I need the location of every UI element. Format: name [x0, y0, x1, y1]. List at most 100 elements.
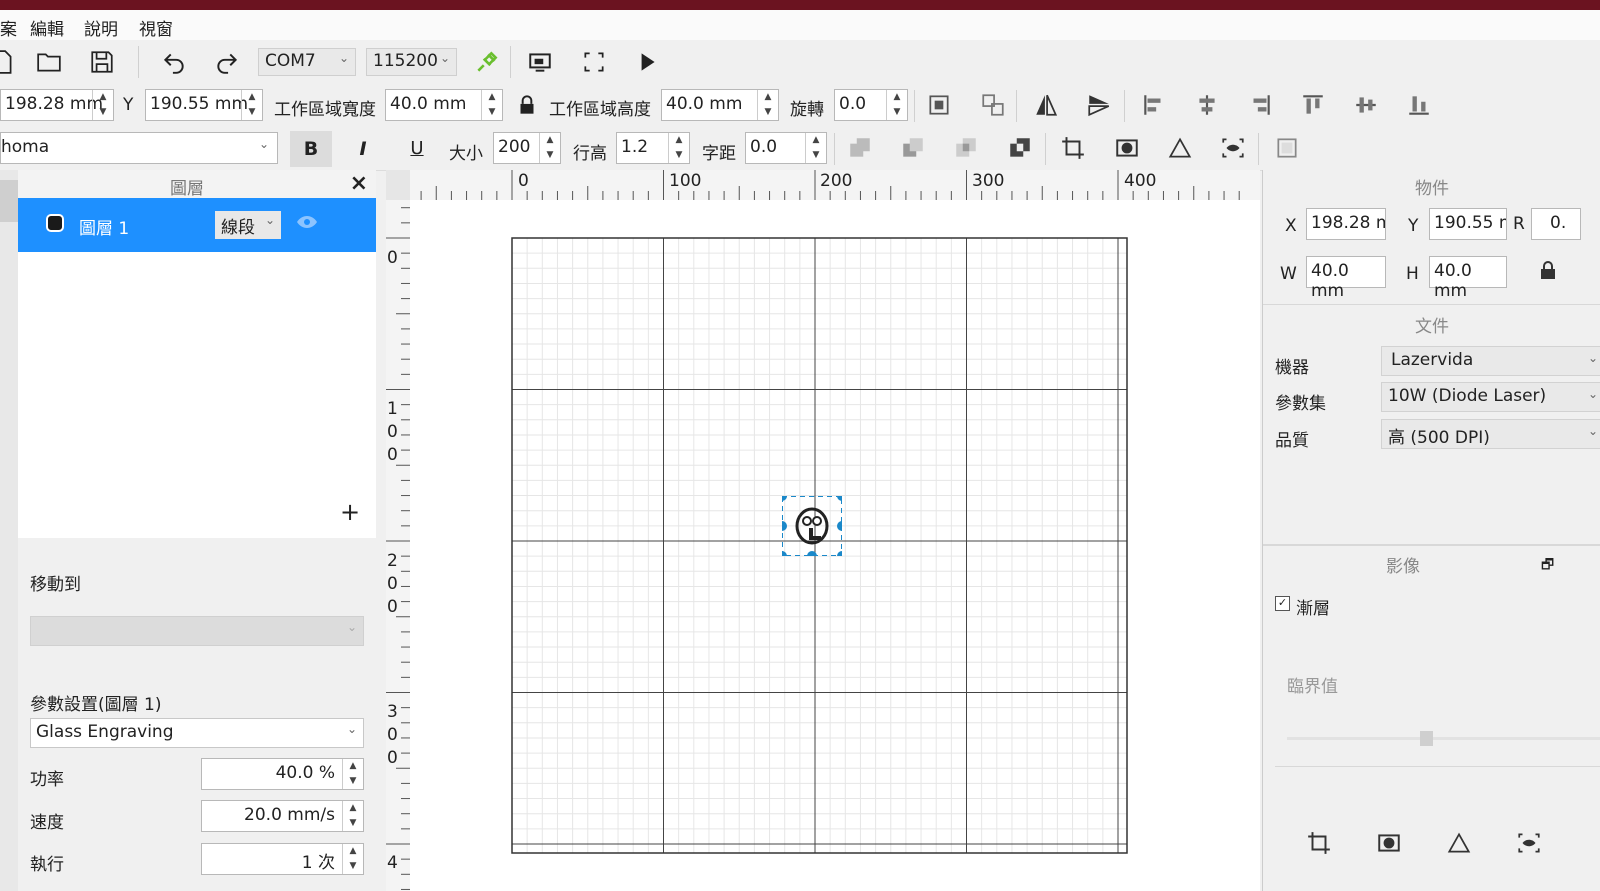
obj-y-input[interactable]: 190.55 m [1429, 208, 1507, 240]
invert-icon[interactable] [1110, 131, 1144, 165]
ruler-h-0: 0 [518, 171, 529, 191]
menu-file[interactable]: 案 [0, 15, 17, 40]
document-section-title: 文件 [1415, 317, 1449, 337]
frame-icon[interactable] [577, 45, 611, 79]
align-top-icon[interactable] [1296, 88, 1330, 122]
trace-triangle-icon[interactable] [1163, 131, 1197, 165]
ruler-h-400: 400 [1124, 171, 1157, 191]
align-middle-v-icon[interactable] [1349, 88, 1383, 122]
font-size-input[interactable]: 200 ▲ ▼ [493, 132, 561, 164]
gradient-checkbox[interactable]: ✓ [1275, 596, 1290, 611]
frame-square-icon[interactable] [1270, 131, 1304, 165]
align-center-h-icon[interactable] [1190, 88, 1224, 122]
threshold-label: 臨界值 [1287, 677, 1338, 697]
ruler-h-300: 300 [972, 171, 1005, 191]
selected-object[interactable] [777, 487, 847, 561]
boolean-union-icon[interactable] [843, 131, 877, 165]
layer-color-swatch[interactable] [46, 214, 64, 232]
properties-panel: 物件 X 198.28 m Y 190.55 m R 0. W 40.0 mm … [1262, 170, 1600, 891]
rotate-label: 旋轉 [790, 100, 824, 120]
crop-icon[interactable] [1056, 131, 1090, 165]
ungroup-icon[interactable] [976, 88, 1010, 122]
bold-button[interactable]: B [290, 131, 332, 167]
passes-input[interactable]: 1 次 ▲ ▼ [201, 843, 364, 875]
redo-icon[interactable] [210, 45, 244, 79]
height-input[interactable]: 40.0 mm ▲ ▼ [661, 89, 779, 121]
speed-label: 速度 [30, 813, 64, 833]
move-to-label: 移動到 [30, 575, 81, 595]
select-tool[interactable] [0, 180, 18, 222]
camera-preview-icon[interactable] [523, 45, 557, 79]
move-to-select[interactable]: ⌄ [30, 616, 364, 646]
eye-icon[interactable] [296, 214, 318, 235]
quality-select[interactable]: 高 (500 DPI) ⌄ [1381, 419, 1600, 449]
lock-ratio-icon[interactable] [510, 88, 544, 122]
preset-select[interactable]: Glass Engraving ⌄ [30, 718, 364, 748]
add-layer-button[interactable]: + [340, 498, 360, 526]
y-position-input[interactable]: 190.55 mm ▲ ▼ [145, 89, 263, 121]
baud-select[interactable]: 115200 ⌄ [366, 48, 457, 76]
preset-label: 參數集 [1275, 394, 1326, 414]
underline-button[interactable]: U [399, 131, 435, 167]
obj-h-input[interactable]: 40.0 mm [1429, 256, 1507, 301]
layer-mode-select[interactable]: 線段 ⌄ [215, 211, 281, 239]
font-size-label: 大小 [449, 144, 483, 164]
title-bar [0, 0, 1600, 10]
align-right-icon[interactable] [1243, 88, 1277, 122]
save-icon[interactable] [85, 45, 119, 79]
threshold-slider-track[interactable] [1287, 737, 1600, 740]
machine-select[interactable]: Lazervida ⌄ [1381, 346, 1600, 376]
connect-plug-icon[interactable] [470, 45, 504, 79]
triangle-image-icon[interactable] [1442, 826, 1476, 860]
crop-image-icon[interactable] [1302, 826, 1336, 860]
invert-image-icon[interactable] [1372, 826, 1406, 860]
boolean-intersect-icon[interactable] [949, 131, 983, 165]
x-position-input[interactable]: 198.28 mm ▲ ▼ [0, 89, 114, 121]
line-height-input[interactable]: 1.2 ▲ ▼ [616, 132, 690, 164]
mirror-vertical-icon[interactable] [1082, 88, 1116, 122]
obj-h-label: H [1406, 264, 1419, 284]
open-folder-icon[interactable] [32, 45, 66, 79]
main-toolbar: COM7 ⌄ 115200 ⌄ [0, 40, 1600, 85]
work-canvas[interactable] [410, 200, 1260, 891]
obj-x-input[interactable]: 198.28 m [1306, 208, 1386, 240]
obj-r-input[interactable]: 0. [1531, 208, 1581, 240]
trace-image-panel-icon[interactable] [1512, 826, 1546, 860]
mirror-horizontal-icon[interactable] [1029, 88, 1063, 122]
letter-spacing-input[interactable]: 0.0 ▲ ▼ [745, 132, 827, 164]
menu-window[interactable]: 視窗 [139, 15, 173, 40]
italic-button[interactable]: I [345, 131, 381, 167]
obj-w-input[interactable]: 40.0 mm [1306, 256, 1386, 301]
tool-strip [0, 170, 18, 891]
new-file-icon[interactable] [0, 45, 20, 79]
layer-row[interactable]: 圖層 1 線段 ⌄ [18, 198, 376, 252]
vertical-ruler: 0 100 200 300 4 [386, 200, 411, 891]
group-icon[interactable] [922, 88, 956, 122]
preset-select-doc[interactable]: 10W (Diode Laser) ⌄ [1381, 382, 1600, 412]
layer-name[interactable]: 圖層 1 [79, 214, 129, 239]
obj-r-label: R [1513, 214, 1525, 234]
object-section-title: 物件 [1415, 179, 1449, 199]
width-input[interactable]: 40.0 mm ▲ ▼ [385, 89, 503, 121]
rotate-input[interactable]: 0.0 ▲ ▼ [834, 89, 908, 121]
power-input[interactable]: 40.0 % ▲ ▼ [201, 758, 364, 790]
port-select[interactable]: COM7 ⌄ [258, 48, 356, 76]
close-icon[interactable]: × [350, 171, 368, 196]
undock-icon[interactable]: 🗗 [1541, 554, 1554, 578]
threshold-slider-handle[interactable] [1420, 731, 1433, 746]
boolean-difference-icon[interactable] [1003, 131, 1037, 165]
menu-help[interactable]: 說明 [84, 15, 118, 40]
trace-image-icon[interactable] [1216, 131, 1250, 165]
speed-input[interactable]: 20.0 mm/s ▲ ▼ [201, 800, 364, 832]
undo-icon[interactable] [157, 45, 191, 79]
align-bottom-icon[interactable] [1402, 88, 1436, 122]
font-select[interactable]: homa ⌄ [0, 132, 278, 164]
run-play-icon[interactable] [630, 45, 664, 79]
lock-icon[interactable] [1539, 260, 1557, 285]
obj-w-label: W [1280, 264, 1297, 284]
menu-edit[interactable]: 編輯 [30, 15, 64, 40]
machine-label: 機器 [1275, 358, 1309, 378]
boolean-subtract-icon[interactable] [896, 131, 930, 165]
align-left-icon[interactable] [1137, 88, 1171, 122]
horizontal-ruler: 0 100 200 300 400 [410, 170, 1260, 201]
